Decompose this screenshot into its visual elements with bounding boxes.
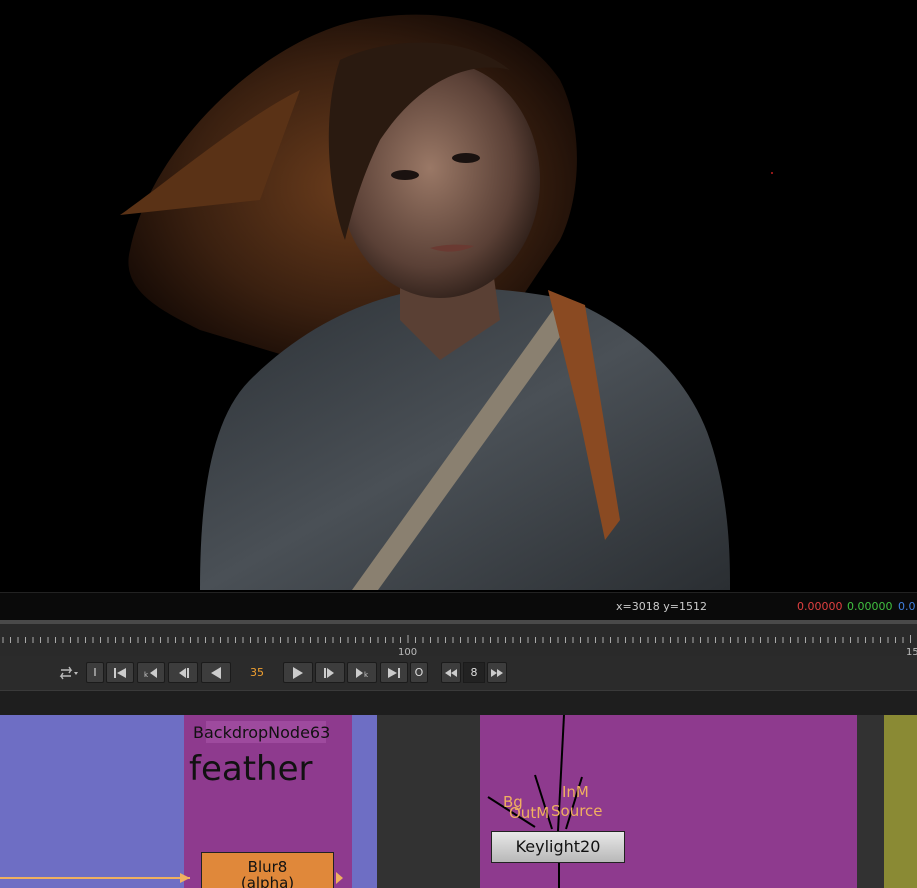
panel-divider[interactable] <box>0 690 917 716</box>
node-connections <box>0 715 583 888</box>
pixel-green-value: 0.00000 <box>847 600 893 613</box>
increment-button[interactable] <box>487 662 507 683</box>
keylight-node-name: Keylight20 <box>515 837 601 856</box>
goto-end-button[interactable] <box>380 662 408 683</box>
keylight-node[interactable]: Keylight20 <box>491 831 625 863</box>
play-forward-icon <box>293 666 303 679</box>
blur-node-channel: (alpha) <box>240 874 295 888</box>
out-point-label: O <box>414 666 424 679</box>
blur-node[interactable]: Blur8 (alpha) <box>201 852 334 888</box>
set-in-point-button[interactable]: I <box>86 662 104 683</box>
play-backward-button[interactable] <box>201 662 231 683</box>
prev-keyframe-icon: k <box>144 667 157 678</box>
play-forward-button[interactable] <box>283 662 313 683</box>
set-out-point-button[interactable]: O <box>410 662 428 683</box>
cursor-coordinates: x=3018 y=1512 <box>616 600 707 613</box>
goto-start-icon <box>114 667 126 678</box>
play-backward-icon <box>211 666 221 679</box>
pixel-blue-value: 0.0 <box>898 600 916 613</box>
prev-keyframe-button[interactable]: k <box>137 662 165 683</box>
prev-frame-icon <box>179 667 189 678</box>
svg-text:k: k <box>364 671 369 678</box>
in-point-label: I <box>93 666 97 679</box>
viewer-panel[interactable] <box>0 0 917 592</box>
decrement-button[interactable] <box>441 662 461 683</box>
loop-mode-icon[interactable] <box>58 664 80 682</box>
rewind-icon <box>445 668 457 677</box>
viewer-info-bar: x=3018 y=1512 0.00000 0.00000 0.0 <box>0 592 917 620</box>
next-keyframe-icon: k <box>356 667 369 678</box>
timeline-ticks <box>2 635 911 643</box>
input-label-outm: OutM <box>509 804 550 822</box>
next-keyframe-button[interactable]: k <box>347 662 377 683</box>
timeline-ruler[interactable]: 100 15 <box>0 620 917 660</box>
svg-text:k: k <box>144 671 149 678</box>
input-label-inm: InM <box>562 783 589 801</box>
next-frame-icon <box>324 667 334 678</box>
increment-field[interactable]: 8 <box>463 662 485 683</box>
next-frame-button[interactable] <box>315 662 345 683</box>
pixel-red-value: 0.00000 <box>797 600 843 613</box>
prev-frame-button[interactable] <box>168 662 198 683</box>
fast-forward-icon <box>491 668 503 677</box>
node-graph[interactable]: BackdropNode63 feather Blur8 (alpha) Bg … <box>0 715 917 888</box>
goto-end-icon <box>388 667 400 678</box>
current-frame-field[interactable]: 35 <box>234 662 280 683</box>
input-label-source: Source <box>551 802 603 820</box>
blur-node-name: Blur8 <box>247 858 288 876</box>
viewer-image <box>120 14 773 590</box>
goto-start-button[interactable] <box>106 662 134 683</box>
